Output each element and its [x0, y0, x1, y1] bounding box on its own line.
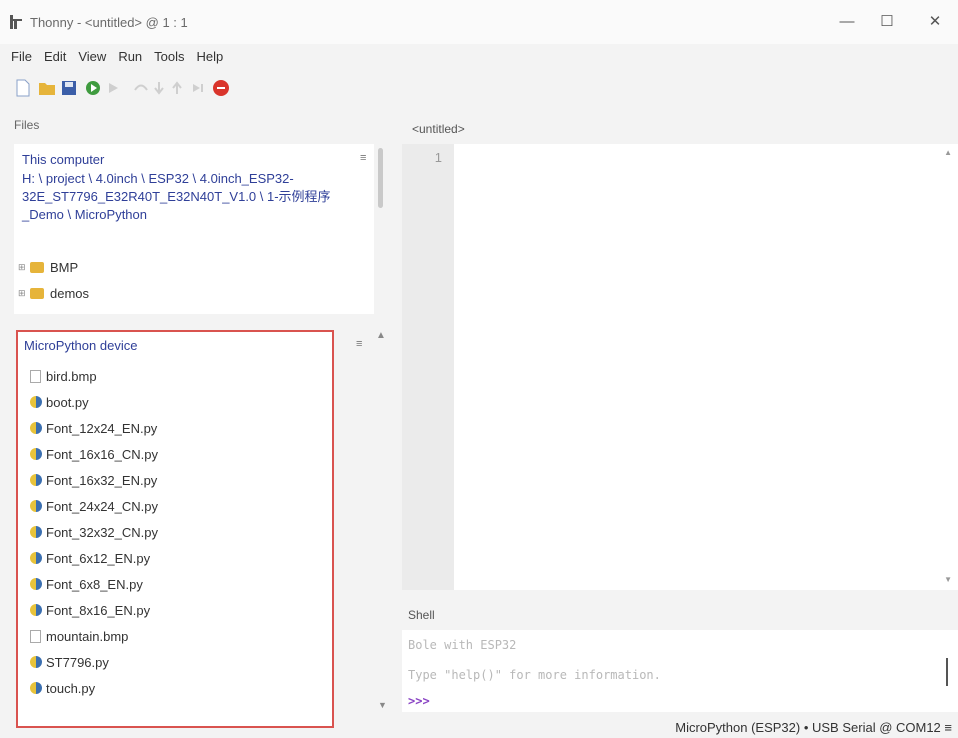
device-file-name: ST7796.py [46, 654, 109, 670]
device-file-name: Font_24x24_CN.py [46, 498, 159, 514]
device-title: MicroPython device [24, 338, 138, 353]
device-file-name: bird.bmp [46, 368, 97, 384]
interpreter-status[interactable]: MicroPython (ESP32) • USB Serial @ COM12… [675, 720, 952, 735]
folder-name: demos [50, 285, 90, 301]
thonny-logo-icon [10, 15, 22, 29]
step-into-icon[interactable] [150, 79, 168, 97]
menu-run[interactable]: Run [112, 44, 148, 70]
python-file-icon [30, 552, 42, 564]
folder-icon [30, 261, 44, 273]
device-file-row[interactable]: Font_16x16_CN.py [30, 444, 158, 464]
shell-banner-line: Bole with ESP32 [408, 638, 517, 652]
python-file-icon [30, 448, 42, 460]
device-file-row[interactable]: boot.py [30, 392, 89, 412]
shell-cursor [946, 658, 948, 686]
files-tab[interactable]: Files [14, 118, 39, 132]
python-file-icon [30, 526, 42, 538]
scroll-down-icon[interactable]: ▼ [378, 700, 387, 710]
editor-scroll-down-icon[interactable]: ▼ [944, 575, 952, 584]
step-over-icon[interactable] [132, 79, 150, 97]
window-title: Thonny - <untitled> @ 1 : 1 [30, 15, 188, 30]
menu-edit[interactable]: Edit [38, 44, 72, 70]
folder-row[interactable]: ⊞ demos [18, 284, 89, 302]
python-file-icon [30, 474, 42, 486]
maximize-button[interactable]: ☐ [872, 12, 902, 32]
folder-icon [30, 287, 44, 299]
device-file-name: Font_6x12_EN.py [46, 550, 151, 566]
device-file-name: Font_16x32_EN.py [46, 472, 158, 488]
minimize-button[interactable]: — [832, 12, 862, 32]
device-file-name: mountain.bmp [46, 628, 129, 644]
save-file-icon[interactable] [60, 79, 78, 97]
code-editor[interactable]: 1 ▲ ▼ [402, 144, 958, 590]
image-file-icon [30, 629, 41, 643]
debug-icon[interactable] [104, 79, 122, 97]
device-file-row[interactable]: bird.bmp [30, 366, 97, 386]
new-file-icon[interactable] [14, 79, 32, 97]
python-file-icon [30, 656, 42, 668]
shell-prompt[interactable]: >>> [408, 694, 430, 708]
computer-path[interactable]: H: \ project \ 4.0inch \ ESP32 \ 4.0inch… [22, 170, 367, 224]
device-file-row[interactable]: touch.py [30, 678, 95, 698]
device-file-name: Font_16x16_CN.py [46, 446, 159, 462]
editor-scroll-up-icon[interactable]: ▲ [944, 148, 952, 157]
device-file-name: Font_32x32_CN.py [46, 524, 159, 540]
shell-tab[interactable]: Shell [408, 608, 435, 622]
close-button[interactable]: ✕ [920, 12, 950, 32]
python-file-icon [30, 682, 42, 694]
stop-icon[interactable] [212, 79, 230, 97]
shell-panel[interactable]: Bole with ESP32 Type "help()" for more i… [402, 630, 958, 712]
device-file-row[interactable]: Font_32x32_CN.py [30, 522, 158, 542]
device-file-name: touch.py [46, 680, 96, 696]
device-file-row[interactable]: Font_12x24_EN.py [30, 418, 157, 438]
open-file-icon[interactable] [38, 79, 56, 97]
run-icon[interactable] [84, 79, 102, 97]
menu-file[interactable]: File [5, 44, 38, 70]
this-computer-title: This computer [22, 152, 105, 167]
menu-bar: File Edit View Run Tools Help [0, 44, 958, 70]
menu-view[interactable]: View [72, 44, 112, 70]
shell-help-line: Type "help()" for more information. [408, 668, 661, 682]
status-bar: MicroPython (ESP32) • USB Serial @ COM12… [0, 718, 958, 738]
resume-icon[interactable] [188, 79, 206, 97]
python-file-icon [30, 500, 42, 512]
panel-menu-icon[interactable]: ≡ [360, 152, 366, 164]
folder-name: BMP [50, 259, 79, 275]
scroll-up-icon[interactable]: ▲ [376, 330, 386, 342]
device-file-name: Font_12x24_EN.py [46, 420, 158, 436]
device-file-row[interactable]: mountain.bmp [30, 626, 128, 646]
python-file-icon [30, 422, 42, 434]
device-file-row[interactable]: ST7796.py [30, 652, 109, 672]
device-file-row[interactable]: Font_6x8_EN.py [30, 574, 143, 594]
expand-icon[interactable]: ⊞ [18, 288, 28, 299]
editor-tab-untitled[interactable]: <untitled> [412, 122, 465, 136]
files-scrollbar[interactable] [378, 148, 383, 208]
device-file-row[interactable]: Font_16x32_EN.py [30, 470, 157, 490]
line-number-gutter: 1 [402, 144, 454, 590]
line-number: 1 [434, 150, 442, 165]
device-file-name: Font_8x16_EN.py [46, 602, 151, 618]
image-file-icon [30, 369, 41, 383]
micropython-device-panel: MicroPython device ≡ bird.bmp boot.py Font… [16, 330, 362, 728]
expand-icon[interactable]: ⊞ [18, 262, 28, 273]
menu-tools[interactable]: Tools [148, 44, 190, 70]
step-out-icon[interactable] [168, 79, 186, 97]
device-file-row[interactable]: Font_6x12_EN.py [30, 548, 150, 568]
device-file-name: Font_6x8_EN.py [46, 576, 143, 592]
toolbar [0, 70, 958, 108]
this-computer-panel: This computer ≡ H: \ project \ 4.0inch \… [14, 144, 374, 314]
device-file-row[interactable]: Font_24x24_CN.py [30, 496, 158, 516]
python-file-icon [30, 396, 42, 408]
device-file-row[interactable]: Font_8x16_EN.py [30, 600, 150, 620]
folder-row[interactable]: ⊞ BMP [18, 258, 78, 276]
device-file-name: boot.py [46, 394, 89, 410]
python-file-icon [30, 578, 42, 590]
python-file-icon [30, 604, 42, 616]
device-menu-icon[interactable]: ≡ [356, 338, 362, 350]
menu-help[interactable]: Help [191, 44, 230, 70]
title-bar: Thonny - <untitled> @ 1 : 1 — ☐ ✕ [0, 0, 958, 44]
